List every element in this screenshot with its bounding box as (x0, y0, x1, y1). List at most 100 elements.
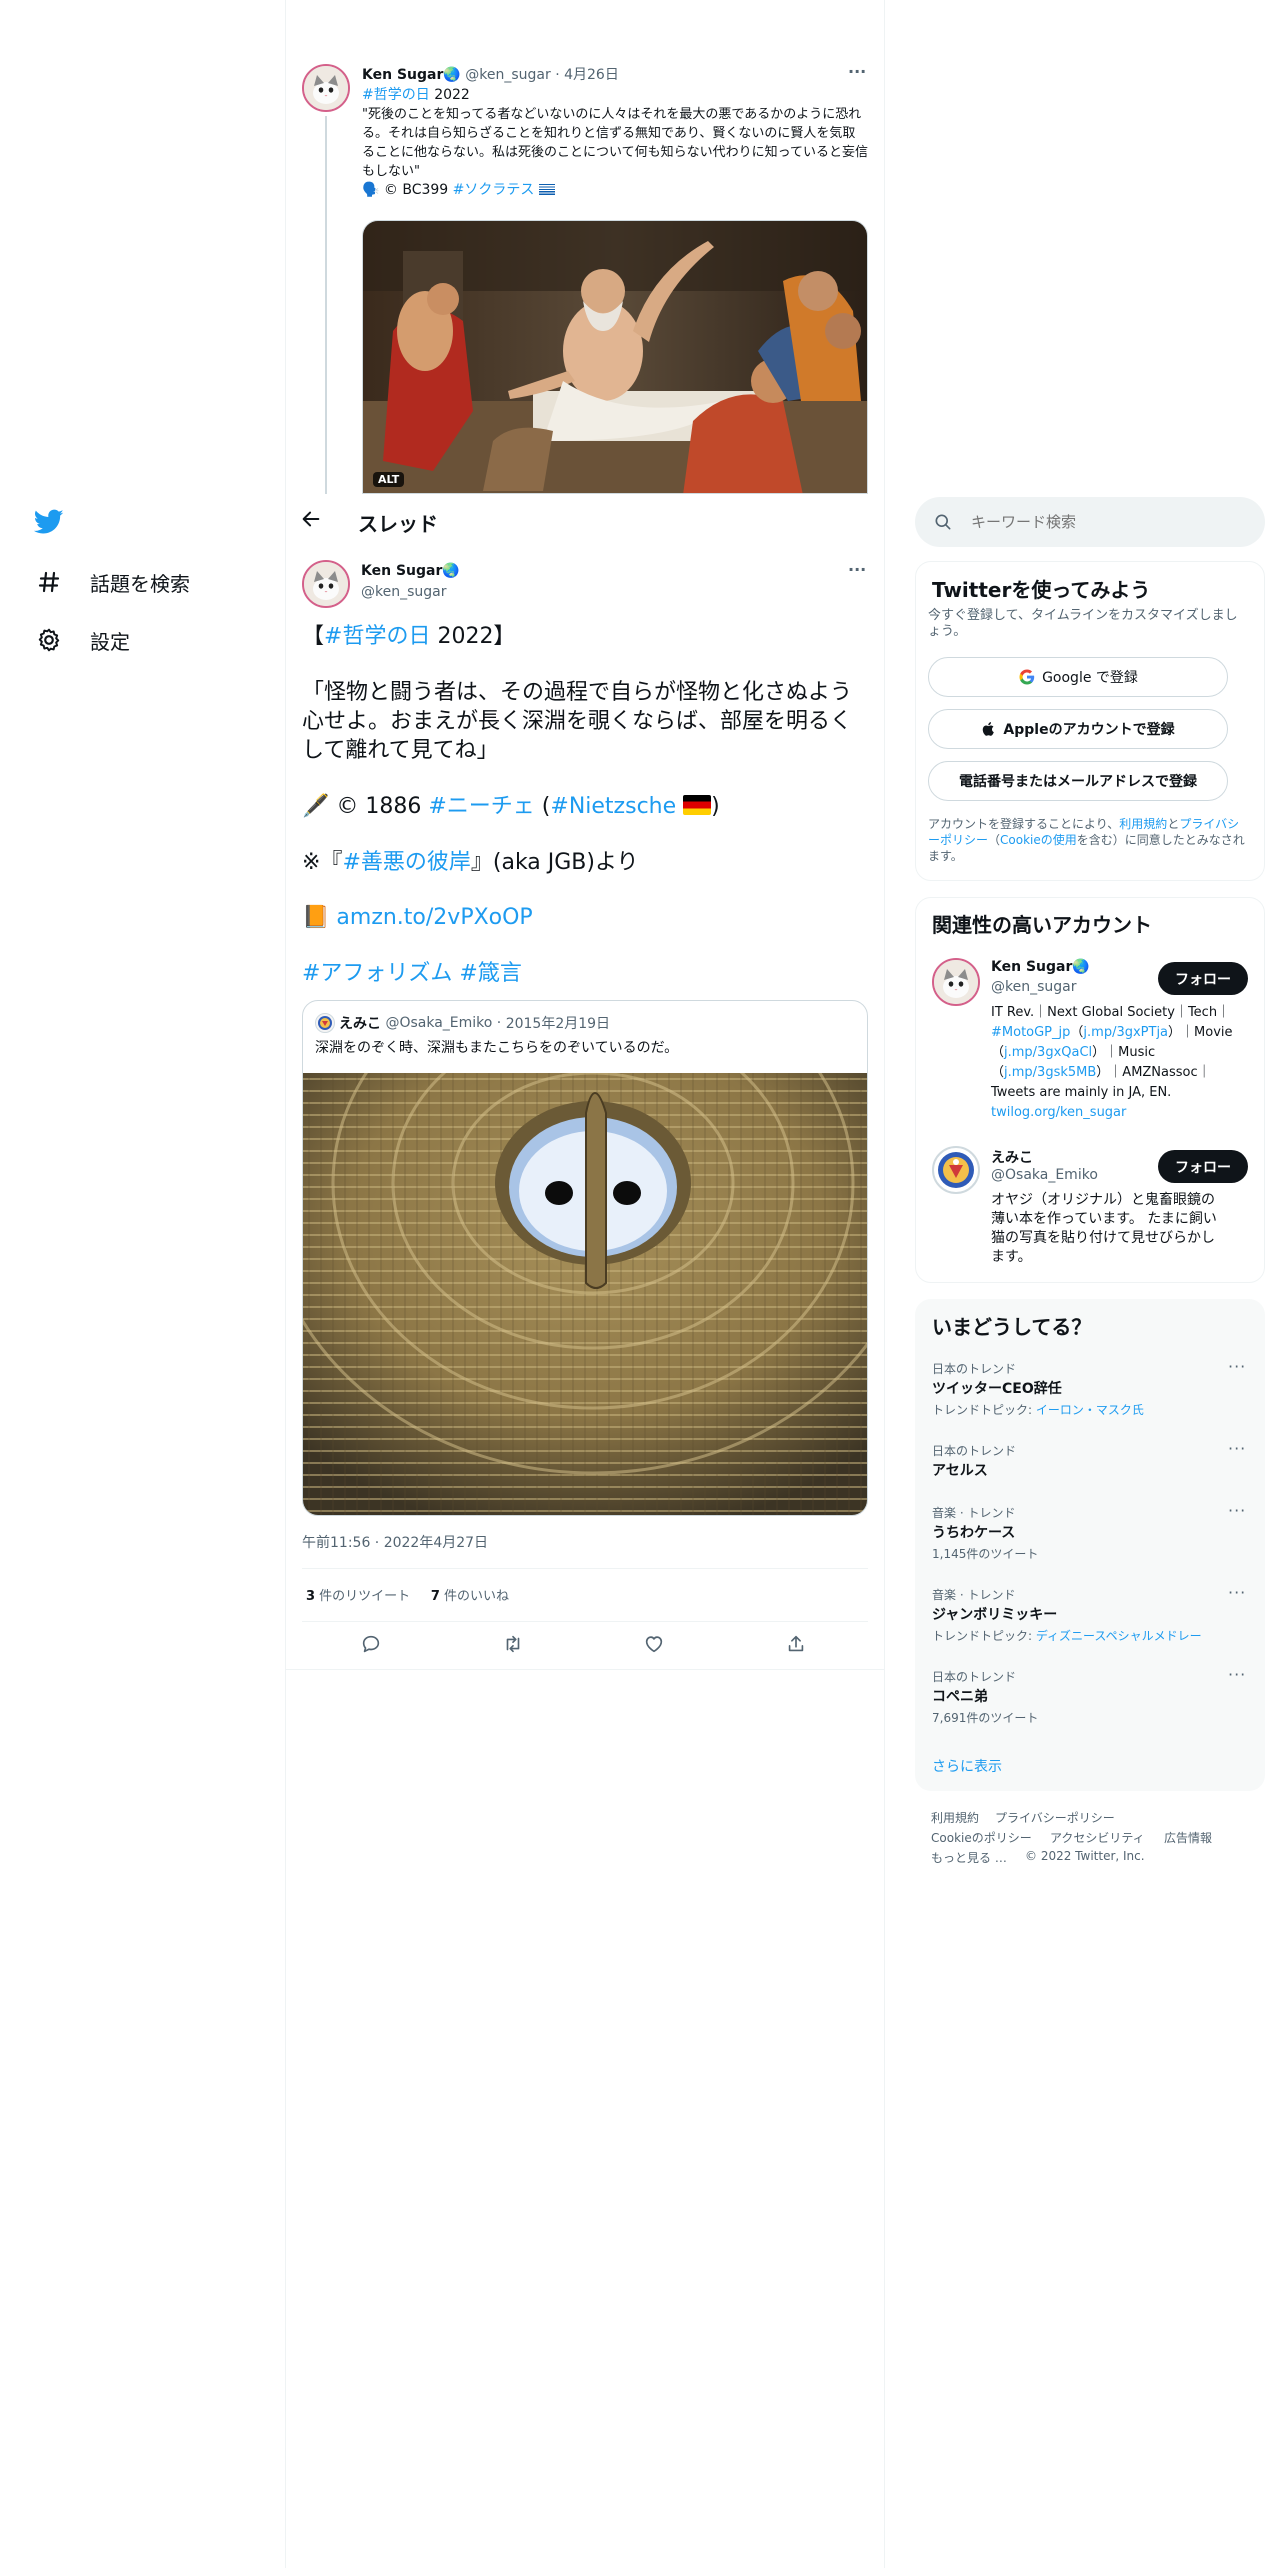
google-signup-button[interactable]: Google で登録 (928, 657, 1228, 697)
twitter-logo-link[interactable] (34, 500, 64, 544)
page-title: スレッド (358, 512, 438, 536)
trend-topic-link[interactable]: イーロン・マスク氏 (1036, 1403, 1144, 1417)
divider (302, 1568, 868, 1569)
footer-ads-link[interactable]: 広告情報 (1164, 1829, 1212, 1846)
nav-explore[interactable]: 話題を検索 (34, 560, 190, 604)
more-options-icon[interactable]: ··· (848, 560, 866, 579)
paren-close: ) (711, 794, 720, 819)
hashtag-link[interactable]: #哲学の日 (324, 624, 430, 649)
cat-avatar-image (934, 960, 978, 1004)
thread-connector-line (325, 116, 327, 494)
retweets-stat[interactable]: 3 件のリツイート (306, 1589, 410, 1604)
cookie-link[interactable]: Cookieの使用 (1000, 833, 1077, 847)
google-icon (1019, 669, 1035, 685)
footer-cookie-link[interactable]: Cookieのポリシー (931, 1829, 1032, 1846)
retweet-icon (506, 1635, 520, 1653)
more-options-icon[interactable]: ··· (1228, 1665, 1246, 1684)
reply-icon (362, 1635, 380, 1653)
bio-link[interactable]: j.mp/3gxPTja (1083, 1025, 1168, 1040)
quoted-tweet-card[interactable]: えみこ @Osaka_Emiko · 2015年2月19日 深淵をのぞく時、深淵… (302, 1000, 868, 1516)
author-handle[interactable]: @ken_sugar (361, 584, 446, 600)
more-options-icon[interactable]: ··· (1228, 1583, 1246, 1602)
avatar[interactable] (302, 64, 350, 112)
nietzsche-hashtag-link[interactable]: #ニーチェ (428, 794, 534, 819)
footer-terms-link[interactable]: 利用規約 (931, 1809, 979, 1826)
quoted-text: 深淵をのぞく時、深淵もまたこちらをのぞいているのだ。 (315, 1040, 679, 1056)
book-hashtag-link[interactable]: #善悪の彼岸 (342, 850, 470, 875)
retweets-count: 3 (306, 1589, 316, 1604)
amazon-link[interactable]: amzn.to/2vPXoOP (336, 905, 532, 930)
follow-button[interactable]: フォロー (1158, 1150, 1248, 1183)
apple-signup-button[interactable]: Appleのアカウントで登録 (928, 709, 1228, 749)
author-name[interactable]: Ken Sugar🌏 (361, 563, 460, 579)
more-options-icon[interactable]: ··· (1228, 1439, 1246, 1458)
signup-subtitle: 今すぐ登録して、タイムラインをカスタマイズしましょう。 (928, 608, 1238, 639)
bio-link[interactable]: j.mp/3gxQaCl (1004, 1045, 1092, 1060)
footer-accessibility-link[interactable]: アクセシビリティ (1050, 1829, 1145, 1846)
alt-badge[interactable]: ALT (373, 472, 405, 487)
nietzsche-en-hashtag-link[interactable]: #Nietzsche (550, 794, 676, 819)
quoted-author-name: えみこ (339, 1016, 381, 1032)
tweet-date[interactable]: 4月26日 (564, 67, 619, 83)
trend-category: 日本のトレンド (932, 1362, 1017, 1376)
nav-explore-label: 話題を検索 (90, 571, 190, 596)
search-icon (935, 514, 951, 530)
quoted-date: 2015年2月19日 (505, 1016, 611, 1032)
socrates-hashtag-link[interactable]: #ソクラテス (453, 182, 535, 198)
right-column-divider (884, 0, 885, 2568)
germany-flag-icon (683, 795, 712, 815)
trend-topic-link[interactable]: ディズニースペシャルメドレー (1036, 1629, 1202, 1643)
apple-icon (983, 722, 995, 736)
arrow-left-icon (302, 511, 320, 527)
tweet-timestamp[interactable]: 午前11:56 · 2022年4月27日 (302, 1532, 488, 1552)
twitter-bird-icon (34, 507, 64, 537)
footer-more-link[interactable]: もっと見る … (931, 1849, 1007, 1866)
share-button[interactable] (785, 1633, 809, 1657)
trend-category: 音楽 · トレンド (932, 1506, 1016, 1520)
footer-privacy-link[interactable]: プライバシーポリシー (995, 1809, 1115, 1826)
more-options-icon[interactable]: ··· (1228, 1501, 1246, 1520)
more-options-icon[interactable]: ··· (848, 62, 866, 81)
author-name[interactable]: Ken Sugar🌏 (362, 67, 461, 83)
nav-settings[interactable]: 設定 (34, 618, 130, 662)
trend-meta: 1,145件のツイート (932, 1547, 1039, 1561)
reply-button[interactable] (360, 1633, 384, 1657)
hashtag-link[interactable]: #哲学の日 (362, 87, 430, 103)
hashtag-suffix: 2022 (434, 87, 470, 103)
back-button[interactable] (300, 508, 324, 532)
trend-meta: トレンドトピック: ディズニースペシャルメドレー (932, 1627, 1202, 1644)
account-name[interactable]: えみこ (991, 1147, 1033, 1167)
search-input[interactable] (971, 509, 1241, 535)
likes-stat[interactable]: 7 件のいいね (431, 1589, 509, 1604)
follow-button[interactable]: フォロー (1158, 962, 1248, 995)
signup-legal-text: アカウントを登録することにより、利用規約とプライバシーポリシー（Cookieの使… (928, 816, 1246, 864)
bio-hashtag-link[interactable]: #MotoGP_jp (991, 1025, 1070, 1040)
tweet-hashtags-line[interactable]: #アフォリズム #箴言 (302, 959, 870, 988)
like-button[interactable] (643, 1633, 667, 1657)
account-name[interactable]: Ken Sugar🌏 (991, 959, 1090, 975)
bio-link[interactable]: j.mp/3gsk5MB (1004, 1065, 1096, 1080)
separator-dot: · (555, 67, 560, 83)
author-handle[interactable]: @ken_sugar (465, 67, 550, 83)
show-more-link[interactable]: さらに表示 (932, 1756, 1002, 1776)
avatar[interactable] (932, 1146, 980, 1194)
avatar[interactable] (932, 958, 980, 1006)
bio-text: （ (1070, 1025, 1084, 1040)
terms-link[interactable]: 利用規約 (1119, 817, 1167, 831)
more-options-icon[interactable]: ··· (1228, 1357, 1246, 1376)
account-handle[interactable]: @ken_sugar (991, 979, 1076, 995)
trend-category: 音楽 · トレンド (932, 1588, 1016, 1602)
parent-tweet-header: Ken Sugar🌏 @ken_sugar · 4月26日 (362, 64, 619, 84)
search-box[interactable] (915, 497, 1265, 547)
bio-link[interactable]: twilog.org/ken_sugar (991, 1105, 1126, 1120)
quoted-media-image[interactable] (303, 1073, 867, 1515)
tweet-media-image[interactable]: ALT (362, 220, 868, 494)
quote-body: "死後のことを知ってる者などいないのに人々はそれを最大の悪であるかのように恐れる… (362, 107, 868, 179)
legal-text-2: と (1167, 817, 1180, 831)
phone-email-signup-button[interactable]: 電話番号またはメールアドレスで登録 (928, 761, 1228, 801)
account-handle[interactable]: @Osaka_Emiko (991, 1167, 1098, 1183)
avatar[interactable] (302, 560, 350, 608)
thread-header: スレッド (286, 494, 884, 546)
trend-name: ツイッターCEO辞任 (932, 1381, 1062, 1397)
retweet-button[interactable] (501, 1633, 525, 1657)
